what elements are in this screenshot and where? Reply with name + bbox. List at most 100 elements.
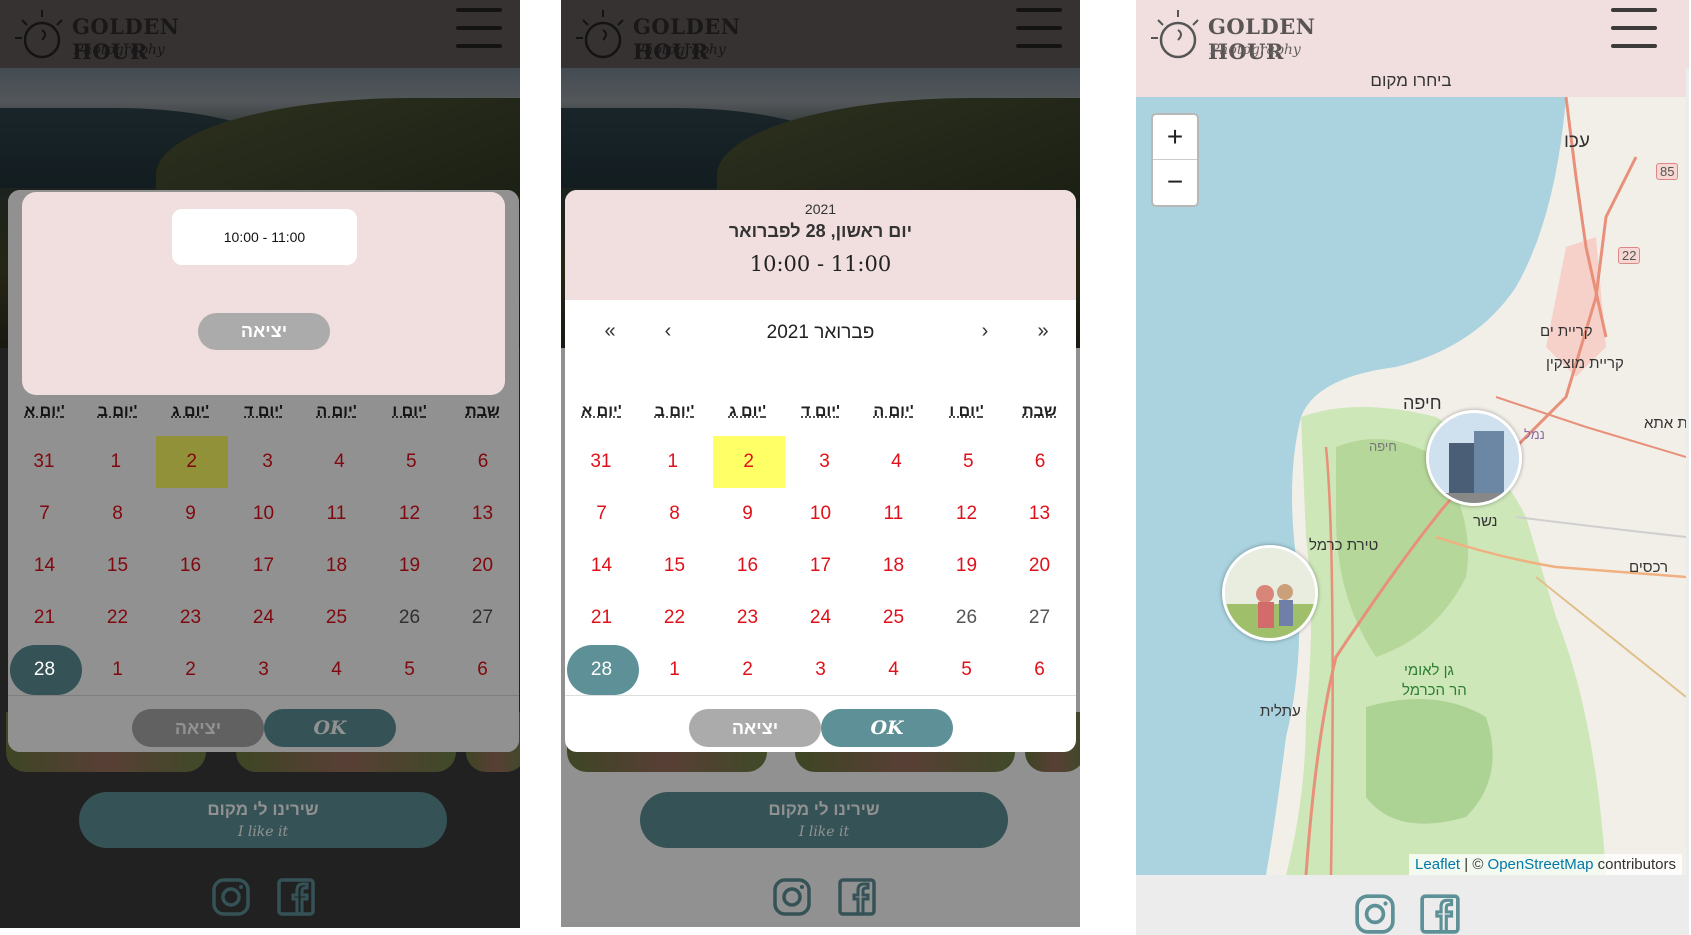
calendar-day[interactable]: 26 (373, 592, 446, 644)
calendar-day[interactable]: 23 (711, 592, 784, 644)
calendar-day[interactable]: 9 (154, 488, 227, 540)
picker-date-label[interactable]: יום ראשון, 28 לפברואר (565, 221, 1076, 242)
calendar-day[interactable]: 11 (300, 488, 373, 540)
calendar-day[interactable]: 3 (784, 644, 857, 696)
calendar-day[interactable]: 3 (227, 644, 300, 696)
hamburger-menu-icon[interactable] (1611, 8, 1657, 48)
calendar-day[interactable]: 21 (565, 592, 638, 644)
calendar-day[interactable]: 8 (638, 488, 711, 540)
calendar-day-label: 12 (398, 503, 421, 524)
calendar-day[interactable]: 20 (446, 540, 519, 592)
calendar-day[interactable]: 24 (227, 592, 300, 644)
calendar-day[interactable]: 16 (154, 540, 227, 592)
map-label: הר הכרמל (1402, 682, 1467, 699)
calendar-day[interactable]: 25 (300, 592, 373, 644)
calendar-day[interactable]: 21 (8, 592, 81, 644)
zoom-out-button[interactable]: − (1153, 160, 1197, 205)
location-marker[interactable] (1426, 410, 1522, 506)
calendar-day[interactable]: 27 (1003, 592, 1076, 644)
calendar-day[interactable]: 22 (81, 592, 154, 644)
calendar-day[interactable]: 19 (373, 540, 446, 592)
calendar-day[interactable]: 3 (232, 436, 304, 488)
calendar-day[interactable]: 4 (300, 644, 373, 696)
calendar-day[interactable]: 10 (784, 488, 857, 540)
last-icon[interactable]: » (1028, 320, 1058, 343)
calendar-day[interactable]: 10 (227, 488, 300, 540)
calendar-day[interactable]: 28 (565, 644, 639, 696)
calendar-day[interactable]: 19 (930, 540, 1003, 592)
calendar-day[interactable]: 17 (227, 540, 300, 592)
calendar-day[interactable]: 1 (81, 644, 154, 696)
calendar-day[interactable]: 9 (711, 488, 784, 540)
calendar-day[interactable]: 31 (8, 436, 80, 488)
calendar-day[interactable]: 2 (712, 436, 785, 488)
calendar-day[interactable]: 25 (857, 592, 930, 644)
calendar-day[interactable]: 5 (373, 644, 446, 696)
next-icon[interactable]: › (970, 320, 1000, 343)
calendar-day[interactable]: 6 (1003, 644, 1076, 696)
ok-button[interactable]: OK (821, 709, 953, 747)
map-label: גן לאומי (1404, 662, 1454, 679)
map[interactable]: + − עכו 85 22 קריית ים קריית מוצקין חיפה… (1136, 97, 1686, 875)
calendar-day[interactable]: 6 (446, 644, 519, 696)
calendar-day[interactable]: 1 (637, 436, 709, 488)
calendar-day[interactable]: 6 (1004, 436, 1076, 488)
calendar-day[interactable]: 6 (447, 436, 519, 488)
calendar-day[interactable]: 27 (446, 592, 519, 644)
calendar-day[interactable]: 13 (446, 488, 519, 540)
calendar-day[interactable]: 12 (373, 488, 446, 540)
calendar-day[interactable]: 7 (8, 488, 81, 540)
location-marker[interactable] (1222, 545, 1318, 641)
ok-button[interactable]: OK (264, 709, 396, 747)
exit-button[interactable]: יציאה (132, 709, 264, 747)
calendar-day[interactable]: 8 (81, 488, 154, 540)
calendar-week-row: 21 22 23 24 25 26 27 (8, 592, 519, 644)
calendar-day-label: 10 (252, 503, 275, 524)
calendar-day[interactable]: 22 (638, 592, 711, 644)
instagram-icon[interactable] (1354, 893, 1396, 935)
calendar-day[interactable]: 4 (303, 436, 375, 488)
calendar-day[interactable]: 5 (932, 436, 1004, 488)
calendar-day[interactable]: 3 (789, 436, 861, 488)
picker-time[interactable]: 10:00 - 11:00 (565, 252, 1076, 276)
calendar-day[interactable]: 1 (638, 644, 711, 696)
logo[interactable]: GOLDEN HOUR Photography (1148, 6, 1388, 64)
calendar-day[interactable]: 26 (930, 592, 1003, 644)
calendar-day[interactable]: 12 (930, 488, 1003, 540)
calendar-day[interactable]: 18 (857, 540, 930, 592)
calendar-day[interactable]: 4 (860, 436, 932, 488)
calendar-day-label: 12 (955, 503, 978, 524)
osm-link[interactable]: OpenStreetMap (1488, 856, 1594, 873)
calendar-day[interactable]: 2 (154, 644, 227, 696)
facebook-icon[interactable] (1419, 893, 1461, 935)
calendar-day[interactable]: 5 (375, 436, 447, 488)
calendar-day[interactable]: 5 (930, 644, 1003, 696)
calendar-day[interactable]: 31 (565, 436, 637, 488)
time-slot-option[interactable]: 10:00 - 11:00 (172, 209, 357, 265)
calendar-day[interactable]: 13 (1003, 488, 1076, 540)
calendar-day[interactable]: 17 (784, 540, 857, 592)
calendar-day[interactable]: 18 (300, 540, 373, 592)
calendar-day[interactable]: 20 (1003, 540, 1076, 592)
calendar-day[interactable]: 16 (711, 540, 784, 592)
calendar-day[interactable]: 23 (154, 592, 227, 644)
picker-year[interactable]: 2021 (565, 201, 1076, 217)
popup-exit-button[interactable]: יציאה (198, 313, 330, 350)
calendar-day[interactable]: 1 (80, 436, 152, 488)
calendar-day[interactable]: 15 (638, 540, 711, 592)
calendar-day[interactable]: 14 (8, 540, 81, 592)
calendar-day[interactable]: 11 (857, 488, 930, 540)
calendar-day[interactable]: 4 (857, 644, 930, 696)
calendar-day-label: 6 (477, 659, 488, 680)
calendar-day[interactable]: 2 (155, 436, 228, 488)
zoom-in-button[interactable]: + (1153, 115, 1197, 160)
leaflet-link[interactable]: Leaflet (1415, 856, 1460, 873)
calendar-day[interactable]: 14 (565, 540, 638, 592)
calendar-day-label: 8 (669, 503, 680, 524)
calendar-day[interactable]: 28 (8, 644, 82, 696)
calendar-day[interactable]: 7 (565, 488, 638, 540)
exit-button[interactable]: יציאה (689, 709, 821, 747)
calendar-day[interactable]: 15 (81, 540, 154, 592)
calendar-day[interactable]: 24 (784, 592, 857, 644)
calendar-day[interactable]: 2 (711, 644, 784, 696)
